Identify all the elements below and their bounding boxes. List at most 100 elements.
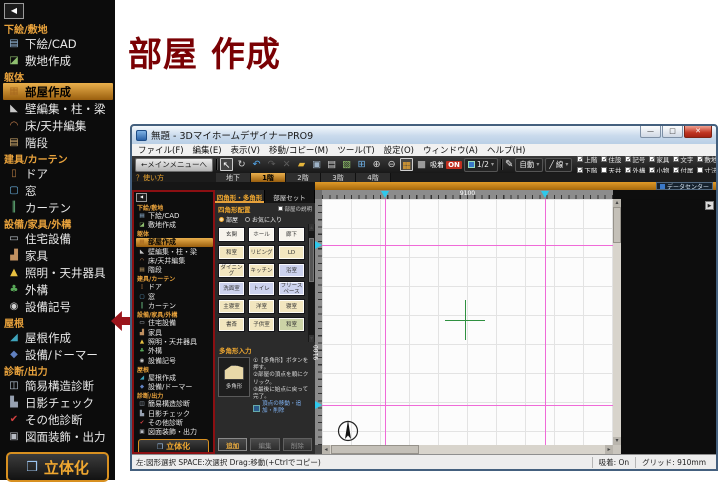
room-button[interactable]: ダイニング [218,263,245,278]
scroll-up-icon[interactable]: ▴ [613,199,621,207]
menu-item[interactable]: 設定(O) [384,144,414,156]
room-button[interactable]: LD [278,245,305,260]
panel-tab[interactable]: 部屋セット [265,190,315,203]
room-button[interactable]: 浴室 [278,263,305,278]
mini-sidebar-item[interactable]: ▤ 下絵/CAD [136,211,213,220]
floor-tab[interactable]: 2階 [286,173,321,182]
floor-tab[interactable]: 1階 [251,173,286,182]
grid-toggle-icon[interactable]: ▦ [400,158,414,171]
auto-wall-dropdown[interactable]: 自動 ▾ [515,157,544,172]
menu-item[interactable]: ファイル(F) [138,144,184,156]
room-button[interactable]: トイレ [248,281,275,296]
mini-sidebar-item[interactable]: ▲ 照明・天井器具 [136,337,213,346]
image-icon[interactable]: ▧ [340,158,353,171]
sidebar-item[interactable]: ▤ 階段 [3,134,113,151]
sidebar-item[interactable]: ║ カーテン [3,199,113,216]
mini-sidebar-item[interactable]: ▟ 家具 [136,328,213,337]
scrollbar-thumb[interactable] [309,238,314,282]
sidebar-item[interactable]: 診断/出力 [3,363,113,378]
sidebar-item[interactable]: ▯ ドア [3,165,113,182]
sidebar-item[interactable]: 屋根 [3,315,113,330]
sidebar-item[interactable]: ▦ 部屋作成 [3,83,113,100]
layer-checkbox[interactable]: 記号 [625,156,645,164]
mini-make-3d-button[interactable]: ❒ 立体化 [138,438,209,452]
layer-checkbox[interactable]: 上階 [577,156,597,164]
layer-checkbox[interactable]: 外構 [625,165,645,173]
layer-checkbox[interactable]: 寸法線 [697,165,716,173]
sidebar-item[interactable]: 躯体 [3,69,113,84]
scroll-right-icon[interactable]: ▸ [605,445,613,454]
minimize-button[interactable]: — [640,126,661,138]
sidebar-item[interactable]: 建具/カーテン [3,151,113,166]
room-grid-scrollbar[interactable]: ▴ ▾ [308,224,315,342]
close-button[interactable]: ✕ [684,126,712,138]
delete-icon[interactable]: ✕ [280,158,293,171]
sidebar-item[interactable]: ▲ 照明・天井器具 [3,264,113,281]
scrollbar-thumb[interactable] [613,207,621,243]
datacenter-button[interactable]: データセンター [655,182,713,191]
action-button[interactable]: 削除 [282,438,312,451]
menu-item[interactable]: 移動/コピー(M) [269,144,328,156]
sidebar-item[interactable]: ◣ 壁編集・柱・梁 [3,100,113,117]
sidebar-collapse-button[interactable]: ◀ [4,3,24,19]
rotate-select-icon[interactable]: ↻ [235,158,248,171]
menu-item[interactable]: ヘルプ(H) [487,144,526,156]
scroll-down-icon[interactable]: ▾ [309,335,314,342]
sidebar-item[interactable]: 設備/家具/外構 [3,216,113,231]
menu-item[interactable]: 編集(E) [193,144,222,156]
room-button[interactable]: ホール [248,227,275,242]
sidebar-item[interactable]: ▙ 日影チェック [3,394,113,411]
scrollbar-thumb[interactable] [331,445,419,454]
floor-tab[interactable]: 4階 [356,173,391,182]
room-button[interactable]: 和室 [218,245,245,260]
horizontal-scrollbar[interactable]: ◂ ▸ [322,445,613,454]
room-button[interactable]: 廊下 [278,227,305,242]
fill-toggle-icon[interactable]: ■ [415,158,428,171]
layer-checkbox[interactable]: 住設 [601,156,621,164]
undo-icon[interactable]: ↶ [250,158,263,171]
save-icon[interactable]: ▣ [310,158,323,171]
mini-sidebar-item[interactable]: ✔ その他診断 [136,418,213,427]
scale-dropdown[interactable]: 1/2 ▾ [463,157,498,172]
snap-toggle[interactable]: 吸着 ON [430,160,462,170]
action-button[interactable]: 編集 [250,438,280,451]
mini-sidebar-item[interactable]: ◣ 壁編集・柱・梁 [136,247,213,256]
drawing-canvas[interactable] [322,199,613,445]
room-button[interactable]: 洋室 [248,299,275,314]
redo-icon[interactable]: ↷ [265,158,278,171]
mini-sidebar-item[interactable]: ◢ 屋根作成 [136,373,213,382]
sidebar-item[interactable]: ▭ 住宅設備 [3,230,113,247]
mini-sidebar-item[interactable]: ♣ 外構 [136,347,213,356]
zoom-out-icon[interactable]: ⊖ [385,158,398,171]
room-button[interactable]: 寝室 [278,299,305,314]
mini-sidebar-item[interactable]: ◫ 簡易構造診断 [136,400,213,409]
panel-tab[interactable]: 四角形・多角形 [215,190,265,203]
sidebar-item[interactable]: ▤ 下絵/CAD [3,35,113,52]
scroll-left-icon[interactable]: ◂ [322,445,330,454]
select-cursor-icon[interactable]: ↖ [220,158,234,171]
mini-sidebar-item[interactable]: ▢ 窓 [136,292,213,301]
radio-option[interactable]: 部屋 [219,215,238,224]
scroll-down-icon[interactable]: ▾ [613,437,621,445]
main-menu-back-button[interactable]: ←メインメニューへ [135,157,214,172]
layer-checkbox[interactable]: 付属 [673,165,693,173]
zoom-in-icon[interactable]: ⊕ [370,158,383,171]
layer-checkbox[interactable]: 天井 [601,165,621,173]
usage-help-button[interactable]: ？使い方 [132,173,216,182]
mini-sidebar-item[interactable]: ▭ 住宅設備 [136,319,213,328]
sidebar-item[interactable]: ◪ 敷地作成 [3,52,113,69]
room-description-checkbox[interactable]: 部屋の説明 [278,205,312,213]
layer-checkbox[interactable]: 小物 [649,165,669,173]
print-icon[interactable]: ▤ [325,158,338,171]
sidebar-item[interactable]: ▟ 家具 [3,247,113,264]
radio-option[interactable]: お気に入り [245,215,282,224]
fit-view-icon[interactable]: ⊞ [355,158,368,171]
room-button[interactable]: キッチン [248,263,275,278]
sidebar-item[interactable]: ♣ 外構 [3,281,113,298]
sidebar-item[interactable]: ◉ 設備記号 [3,298,113,315]
mini-sidebar-item[interactable]: ▣ 図面装飾・出力 [136,428,213,437]
layer-checkbox[interactable]: 下階 [577,165,597,173]
pen-icon[interactable]: ✎ [505,159,513,170]
room-button[interactable]: 和室 [278,317,305,332]
mini-sidebar-item[interactable]: ▦ 部屋作成 [136,237,213,247]
